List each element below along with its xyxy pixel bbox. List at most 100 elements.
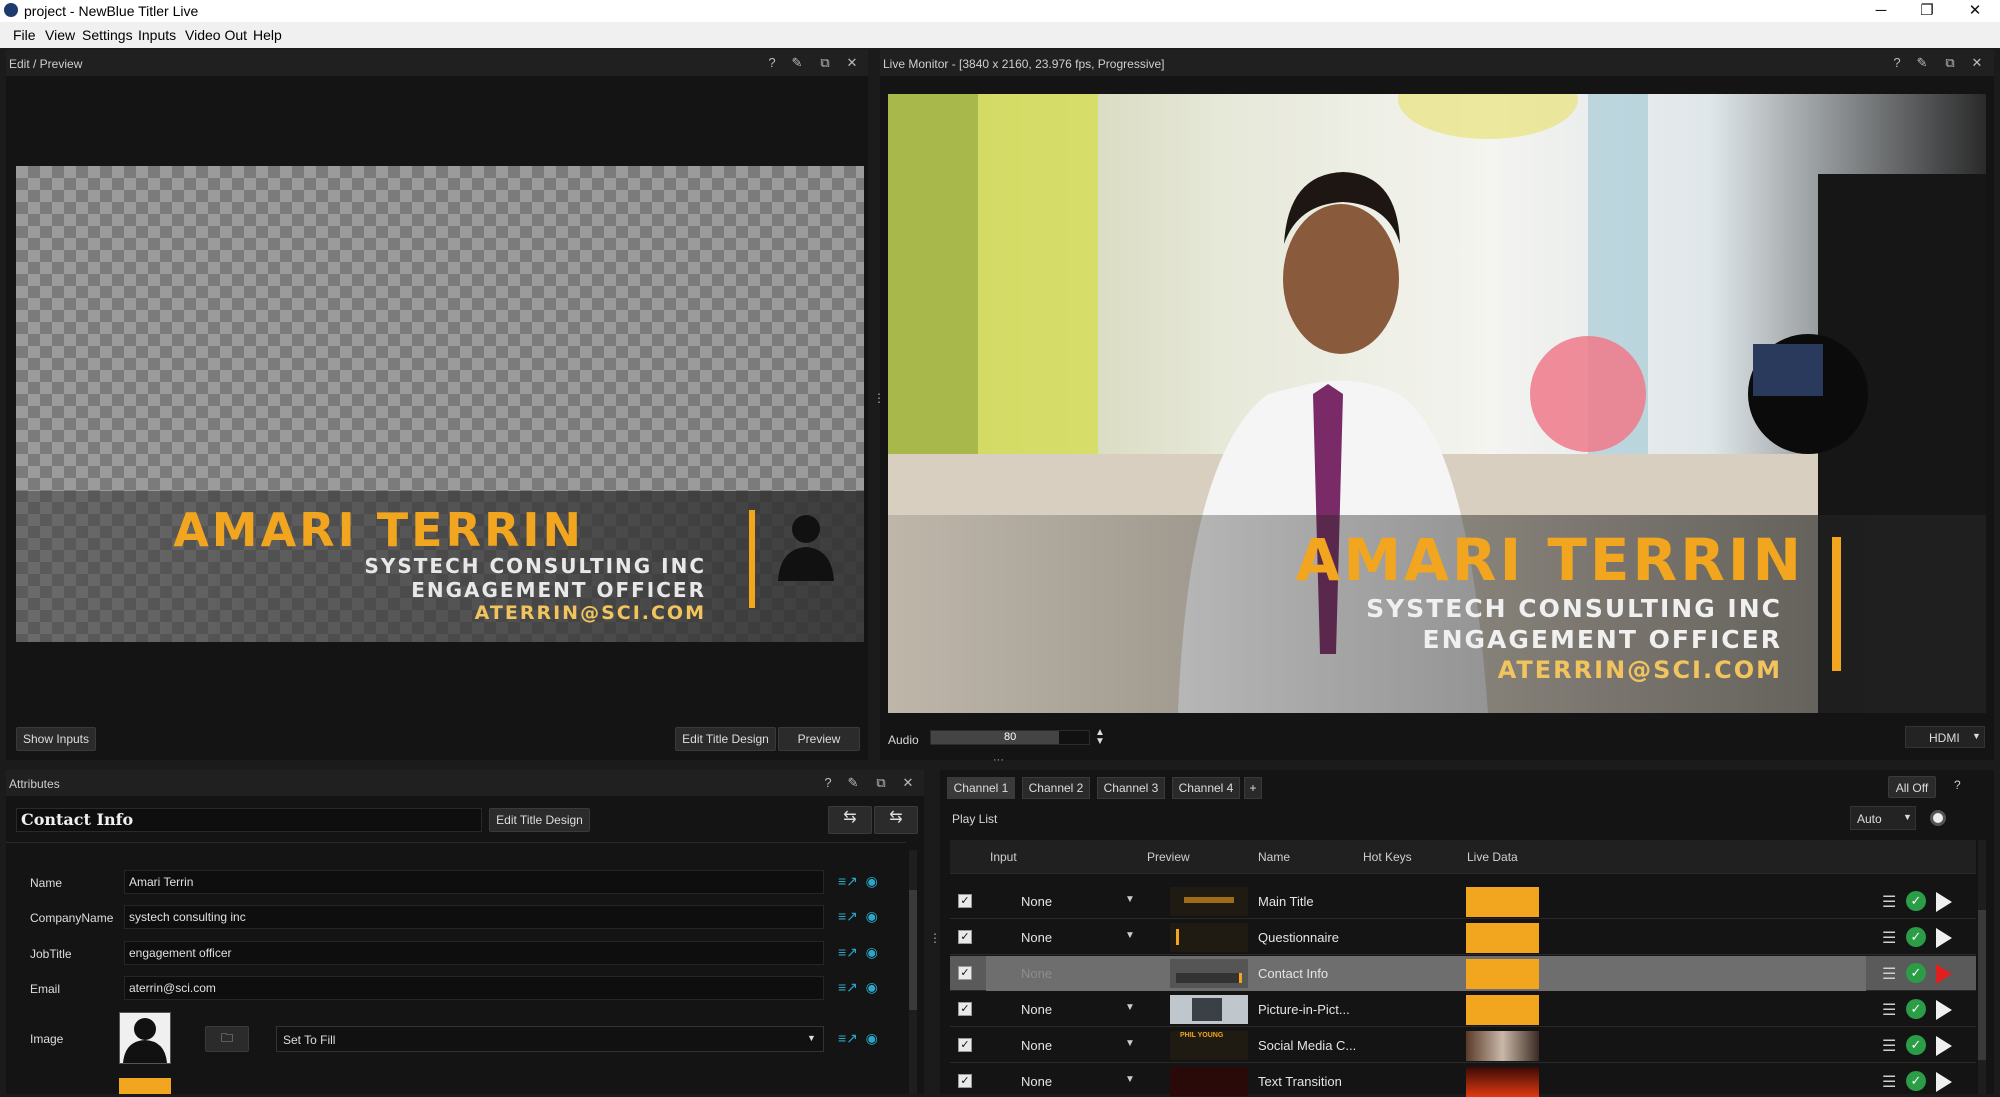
row-checkbox[interactable]: ✓: [958, 1002, 972, 1016]
attr-edit-title-design-button[interactable]: Edit Title Design: [489, 808, 590, 832]
float-icon[interactable]: ⧉: [1942, 55, 1958, 71]
col-name[interactable]: Name: [1258, 850, 1290, 864]
title-name-field[interactable]: Contact Info: [16, 808, 482, 832]
close-panel-icon[interactable]: ✕: [1969, 55, 1985, 71]
table-row[interactable]: ✓ None ▼ Picture-in-Pict... ☰ ✓: [950, 992, 1976, 1027]
image-mode-select[interactable]: Set To Fill ▼: [276, 1026, 824, 1052]
check-icon[interactable]: ✓: [1906, 1035, 1926, 1055]
minimize-icon[interactable]: ─: [1858, 0, 1904, 22]
table-row-selected[interactable]: ✓ None Contact Info ☰ ✓: [950, 956, 1976, 991]
output-select[interactable]: HDMI ▼: [1905, 726, 1985, 748]
menu-settings[interactable]: Settings: [82, 27, 133, 43]
edit-preview-canvas[interactable]: AMARI TERRIN SYSTECH CONSULTING INC ENGA…: [16, 166, 864, 642]
job-field-icons[interactable]: ≡↗ ◉: [838, 944, 878, 961]
list-icon[interactable]: ☰: [1882, 1000, 1896, 1020]
playlist-scrollbar[interactable]: [1978, 840, 1986, 1094]
pin-icon[interactable]: ✎: [1914, 55, 1930, 71]
help-icon[interactable]: ?: [1889, 55, 1905, 71]
attr-scrollbar[interactable]: [909, 850, 917, 1094]
company-name-field[interactable]: systech consulting inc: [124, 905, 824, 929]
list-icon[interactable]: ☰: [1882, 1036, 1896, 1056]
menu-help[interactable]: Help: [253, 27, 282, 43]
chevron-down-icon[interactable]: ▼: [1125, 1038, 1135, 1049]
check-icon[interactable]: ✓: [1906, 999, 1926, 1019]
vertical-splitter-handle-2[interactable]: ⋮: [929, 932, 941, 953]
check-icon[interactable]: ✓: [1906, 963, 1926, 983]
add-channel-button[interactable]: +: [1244, 777, 1262, 799]
name-field-icons[interactable]: ≡↗ ◉: [838, 873, 878, 890]
color-swatch[interactable]: [119, 1078, 171, 1094]
audio-spin-icon[interactable]: ▲ ▼: [1095, 728, 1105, 747]
channel-help-icon[interactable]: ?: [1954, 778, 1961, 792]
col-hot-keys[interactable]: Hot Keys: [1363, 850, 1412, 864]
list-icon[interactable]: ☰: [1882, 928, 1896, 948]
row-input[interactable]: None: [1021, 966, 1052, 981]
pin-icon[interactable]: ✎: [789, 55, 805, 71]
help-icon[interactable]: ?: [764, 55, 780, 71]
edit-title-design-button[interactable]: Edit Title Design: [675, 727, 776, 751]
row-input[interactable]: None: [1021, 930, 1052, 945]
preview-button[interactable]: Preview: [778, 727, 860, 751]
row-input[interactable]: None: [1021, 894, 1052, 909]
row-checkbox[interactable]: ✓: [958, 930, 972, 944]
audio-slider[interactable]: 80: [930, 730, 1090, 745]
tab-channel-1[interactable]: Channel 1: [947, 777, 1015, 799]
row-input[interactable]: None: [1021, 1038, 1052, 1053]
check-icon[interactable]: ✓: [1906, 927, 1926, 947]
check-icon[interactable]: ✓: [1906, 891, 1926, 911]
close-panel-icon[interactable]: ✕: [844, 55, 860, 71]
next-title-icon[interactable]: ⇆: [874, 806, 918, 834]
table-row[interactable]: ✓ None ▼ PHIL YOUNG Social Media C... ☰ …: [950, 1028, 1976, 1063]
row-input[interactable]: None: [1021, 1002, 1052, 1017]
table-row[interactable]: ✓ None ▼ Text Transition ☰ ✓: [950, 1064, 1976, 1097]
tab-channel-2[interactable]: Channel 2: [1022, 777, 1090, 799]
chevron-down-icon[interactable]: ▼: [1125, 930, 1135, 941]
all-off-button[interactable]: All Off: [1888, 776, 1936, 798]
play-icon[interactable]: [1936, 892, 1952, 912]
close-panel-icon[interactable]: ✕: [900, 775, 916, 791]
row-checkbox[interactable]: ✓: [958, 966, 972, 980]
float-icon[interactable]: ⧉: [873, 775, 889, 791]
email-field[interactable]: aterrin@sci.com: [124, 976, 824, 1000]
col-preview[interactable]: Preview: [1147, 850, 1190, 864]
show-inputs-button[interactable]: Show Inputs: [16, 727, 96, 751]
help-icon[interactable]: ?: [820, 775, 836, 791]
col-live-data[interactable]: Live Data: [1467, 850, 1518, 864]
menu-inputs[interactable]: Inputs: [138, 27, 176, 43]
play-icon[interactable]: [1936, 1000, 1952, 1020]
check-icon[interactable]: ✓: [1906, 1071, 1926, 1091]
table-row[interactable]: ✓ None ▼ Questionnaire ☰ ✓: [950, 920, 1976, 955]
live-play-icon[interactable]: [1936, 964, 1952, 984]
chevron-down-icon[interactable]: ▼: [1125, 894, 1135, 905]
chevron-down-icon[interactable]: ▼: [1125, 1074, 1135, 1085]
job-title-field[interactable]: engagement officer: [124, 941, 824, 965]
email-field-icons[interactable]: ≡↗ ◉: [838, 979, 878, 996]
tab-channel-3[interactable]: Channel 3: [1097, 777, 1165, 799]
row-checkbox[interactable]: ✓: [958, 1038, 972, 1052]
horizontal-splitter-handle[interactable]: ···: [993, 755, 1009, 766]
play-icon[interactable]: [1936, 928, 1952, 948]
play-icon[interactable]: [1936, 1036, 1952, 1056]
folder-icon[interactable]: 🗀: [205, 1026, 249, 1052]
col-input[interactable]: Input: [990, 850, 1017, 864]
menu-file[interactable]: File: [13, 27, 36, 43]
menu-video-out[interactable]: Video Out: [185, 27, 247, 43]
prev-title-icon[interactable]: ⇆: [828, 806, 872, 834]
row-checkbox[interactable]: ✓: [958, 894, 972, 908]
name-field[interactable]: Amari Terrin: [124, 870, 824, 894]
menu-view[interactable]: View: [45, 27, 75, 43]
vertical-splitter-handle[interactable]: ⋮: [873, 392, 885, 413]
playlist-mode-select[interactable]: Auto ▼: [1850, 806, 1916, 830]
tab-channel-4[interactable]: Channel 4: [1172, 777, 1240, 799]
chevron-down-icon[interactable]: ▼: [1125, 1002, 1135, 1013]
image-field-icons[interactable]: ≡↗ ◉: [838, 1030, 878, 1047]
pin-icon[interactable]: ✎: [845, 775, 861, 791]
restore-icon[interactable]: ❐: [1904, 0, 1950, 22]
row-input[interactable]: None: [1021, 1074, 1052, 1089]
list-icon[interactable]: ☰: [1882, 892, 1896, 912]
play-icon[interactable]: [1936, 1072, 1952, 1092]
record-icon[interactable]: [1930, 810, 1946, 826]
image-thumbnail[interactable]: [119, 1012, 171, 1064]
table-row[interactable]: ✓ None ▼ Main Title ☰ ✓: [950, 884, 1976, 919]
row-checkbox[interactable]: ✓: [958, 1074, 972, 1088]
